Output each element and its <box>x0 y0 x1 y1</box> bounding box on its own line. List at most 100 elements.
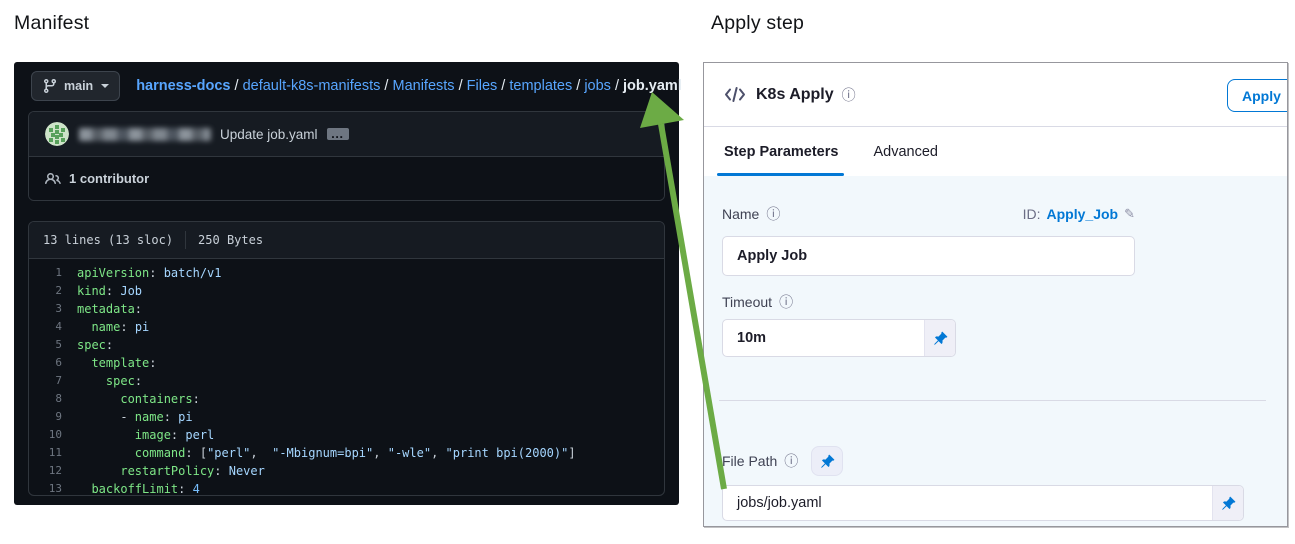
code-text: backoffLimit: 4 <box>77 480 200 496</box>
manifest-title: Manifest <box>14 12 89 35</box>
name-input[interactable]: Apply Job <box>722 236 1135 276</box>
file-size: 250 Bytes <box>198 233 263 247</box>
code-text: name: pi <box>77 318 149 336</box>
code-brackets-icon <box>724 86 746 103</box>
breadcrumb-link[interactable]: default-k8s-manifests <box>243 78 381 94</box>
filepath-pin-button[interactable] <box>811 446 843 476</box>
breadcrumb-separator: / <box>611 78 623 94</box>
tab-step-parameters[interactable]: Step Parameters <box>724 127 838 176</box>
chevron-down-icon <box>101 84 109 88</box>
code-text: command: ["perl", "-Mbignum=bpi", "-wle"… <box>77 444 576 462</box>
line-number[interactable]: 12 <box>29 462 77 480</box>
line-number[interactable]: 2 <box>29 282 77 300</box>
id-value[interactable]: Apply_Job <box>1047 206 1119 222</box>
avatar[interactable] <box>45 122 69 146</box>
breadcrumb-link[interactable]: jobs <box>584 78 611 94</box>
filepath-input[interactable]: jobs/job.yaml <box>722 485 1244 521</box>
line-number[interactable]: 10 <box>29 426 77 444</box>
file-content-box: 13 lines (13 sloc) 250 Bytes 1apiVersion… <box>28 221 665 496</box>
pin-icon <box>933 331 948 346</box>
code-lines: 1apiVersion: batch/v12kind: Job3metadata… <box>29 259 664 496</box>
contributors-icon <box>45 171 61 187</box>
step-id: ID: Apply_Job ✎ <box>1023 206 1135 222</box>
line-number[interactable]: 5 <box>29 336 77 354</box>
step-parameters-content: Name ⓘ ID: Apply_Job ✎ Apply Job Timeout… <box>704 176 1287 526</box>
commit-more-button[interactable]: … <box>327 128 349 140</box>
breadcrumb: harness-docs / default-k8s-manifests / M… <box>136 78 682 94</box>
meta-divider <box>185 231 186 249</box>
breadcrumb-link[interactable]: Manifests <box>392 78 454 94</box>
code-line: 3metadata: <box>29 300 664 318</box>
line-number[interactable]: 6 <box>29 354 77 372</box>
name-field-label: Name ⓘ <box>722 204 780 224</box>
code-line: 1apiVersion: batch/v1 <box>29 264 664 282</box>
timeout-input[interactable]: 10m <box>722 319 956 357</box>
info-icon[interactable]: ⓘ <box>766 204 780 224</box>
apply-changes-button[interactable]: Apply <box>1227 79 1288 112</box>
section-divider <box>719 400 1266 401</box>
filepath-field-label: File Path ⓘ <box>722 451 798 471</box>
line-number[interactable]: 7 <box>29 372 77 390</box>
line-number[interactable]: 3 <box>29 300 77 318</box>
code-text: kind: Job <box>77 282 142 300</box>
pin-icon <box>1221 496 1236 511</box>
code-line: 4 name: pi <box>29 318 664 336</box>
timeout-input-value: 10m <box>723 330 766 346</box>
line-number[interactable]: 13 <box>29 480 77 496</box>
file-lines-count: 13 lines (13 sloc) <box>43 233 173 247</box>
git-branch-icon <box>42 78 58 94</box>
name-input-value: Apply Job <box>723 248 807 264</box>
filepath-input-value: jobs/job.yaml <box>723 495 822 511</box>
contributors-row[interactable]: 1 contributor <box>29 157 664 200</box>
edit-pencil-icon[interactable]: ✎ <box>1124 207 1135 222</box>
code-line: 6 template: <box>29 354 664 372</box>
info-icon[interactable]: ⓘ <box>784 451 798 471</box>
code-text: spec: <box>77 372 142 390</box>
step-header: K8s Apply ⓘ Apply <box>704 63 1287 127</box>
code-line: 9 - name: pi <box>29 408 664 426</box>
info-icon[interactable]: ⓘ <box>779 292 793 312</box>
commit-author-redacted <box>79 128 211 141</box>
github-file-panel: main harness-docs / default-k8s-manifest… <box>14 62 679 505</box>
code-line: 13 backoffLimit: 4 <box>29 480 664 496</box>
apply-step-title: Apply step <box>711 12 804 35</box>
code-line: 8 containers: <box>29 390 664 408</box>
branch-selector-button[interactable]: main <box>31 71 120 101</box>
code-text: containers: <box>77 390 200 408</box>
line-number[interactable]: 11 <box>29 444 77 462</box>
code-text: - name: pi <box>77 408 193 426</box>
code-line: 10 image: perl <box>29 426 664 444</box>
code-line: 12 restartPolicy: Never <box>29 462 664 480</box>
step-title: K8s Apply <box>756 86 834 104</box>
breadcrumb-current-file: job.yaml <box>623 78 682 94</box>
code-line: 2kind: Job <box>29 282 664 300</box>
code-text: restartPolicy: Never <box>77 462 265 480</box>
commit-message[interactable]: Update job.yaml <box>220 127 318 142</box>
code-text: spec: <box>77 336 113 354</box>
latest-commit-row: Update job.yaml … <box>29 112 664 157</box>
filepath-pin-suffix-button[interactable] <box>1212 486 1243 520</box>
line-number[interactable]: 4 <box>29 318 77 336</box>
code-text: template: <box>77 354 156 372</box>
breadcrumb-separator: / <box>380 78 392 94</box>
info-icon[interactable]: ⓘ <box>842 85 856 105</box>
breadcrumb-link[interactable]: Files <box>467 78 498 94</box>
code-line: 5spec: <box>29 336 664 354</box>
code-text: metadata: <box>77 300 142 318</box>
breadcrumb-separator: / <box>455 78 467 94</box>
tab-advanced[interactable]: Advanced <box>873 127 938 176</box>
breadcrumb-link[interactable]: harness-docs <box>136 78 230 94</box>
timeout-pin-button[interactable] <box>924 320 955 356</box>
file-meta-bar: 13 lines (13 sloc) 250 Bytes <box>29 222 664 259</box>
id-prefix: ID: <box>1023 206 1041 222</box>
breadcrumb-separator: / <box>497 78 509 94</box>
line-number[interactable]: 8 <box>29 390 77 408</box>
code-text: apiVersion: batch/v1 <box>77 264 222 282</box>
line-number[interactable]: 1 <box>29 264 77 282</box>
line-number[interactable]: 9 <box>29 408 77 426</box>
pin-icon <box>820 454 835 469</box>
commit-box: Update job.yaml … 1 contributor <box>28 111 665 201</box>
contributors-label: 1 contributor <box>69 171 149 186</box>
branch-name: main <box>64 79 93 93</box>
breadcrumb-link[interactable]: templates <box>509 78 572 94</box>
